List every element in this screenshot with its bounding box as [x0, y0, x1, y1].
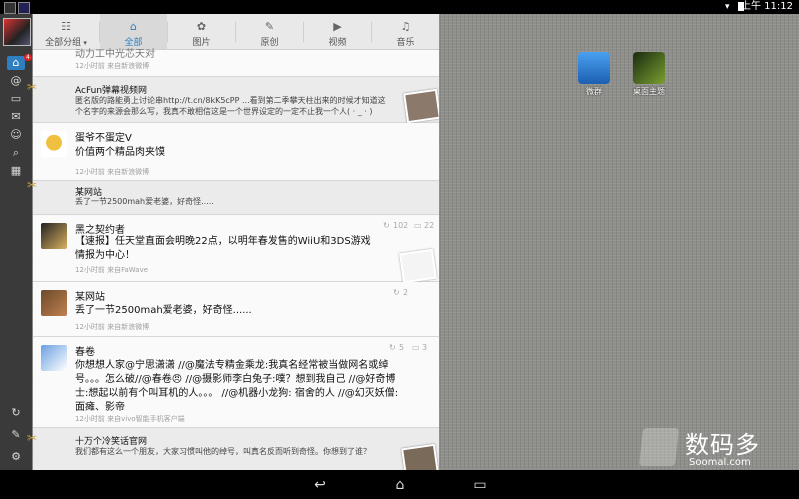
list-item[interactable]: 某网站 丢了一节2500mah爱老婆，好奇怪..... — [33, 181, 439, 215]
comment-count: 22 — [424, 221, 435, 230]
tab-all[interactable]: ⌂ 全部 — [100, 14, 167, 49]
avatar[interactable] — [41, 345, 67, 371]
tab-images[interactable]: ✿ 图片 — [168, 14, 235, 49]
repost-count: 2 — [403, 288, 409, 297]
unread-badge: 4 — [24, 54, 32, 61]
tab-all-groups[interactable]: ☷ 全部分组 ▾ — [33, 14, 99, 49]
repost-count: 5 — [399, 343, 405, 352]
apps-icon[interactable]: ▦ — [7, 164, 25, 178]
home-feed-icon[interactable]: ⌂ — [7, 56, 25, 70]
profile-icon[interactable]: ☺ — [7, 128, 25, 142]
avatar[interactable] — [41, 290, 67, 316]
search-icon[interactable]: ⌕ — [7, 146, 25, 160]
status-bar: ▾ 上午 11:12 — [0, 0, 799, 14]
theme-app-icon[interactable] — [633, 52, 665, 84]
comment-count-icon[interactable]: ▭ — [414, 221, 422, 230]
list-item[interactable]: 黑之契约者 【速报】任天堂直面会明晚22点，以明年春发售的WiiU和3DS游戏情… — [33, 215, 439, 284]
weiqun-app-icon[interactable] — [578, 52, 610, 84]
settings-icon[interactable]: ⚙ — [7, 450, 25, 464]
repost-icon[interactable]: ↻ — [389, 343, 396, 352]
image-notification-icon — [18, 2, 30, 14]
mention-icon[interactable]: @ — [7, 74, 25, 88]
mail-icon[interactable]: ✉ — [7, 110, 25, 124]
list-item[interactable]: 十万个冷笑话官网 我们都有这么一个朋友，大家习惯叫他的绰号，叫真名反而听到奇怪。… — [33, 428, 439, 470]
pencil-icon: ✎ — [264, 20, 275, 33]
list-item[interactable]: AcFun弹幕视频网 匿名版的路能勇上讨论串http://t.cn/8kK5cP… — [33, 77, 439, 124]
avatar[interactable] — [41, 223, 67, 249]
paperclip-icon: ✂ — [27, 80, 38, 94]
refresh-icon[interactable]: ↻ — [7, 406, 25, 420]
post-thumbnail[interactable] — [399, 248, 437, 284]
comment-count-icon[interactable]: ▭ — [412, 343, 420, 352]
theme-label[interactable]: 桌面主题 — [624, 86, 674, 97]
navigation-bar: ↩ ⌂ ▭ — [0, 470, 799, 499]
home-button[interactable]: ⌂ — [387, 477, 413, 493]
repost-icon[interactable]: ↻ — [383, 221, 390, 230]
weibo-panel: ☷ 全部分组 ▾ ⌂ 全部 ✿ 图片 ✎ 原创 ▶ 视频 ♫ 音乐 动力工中光芯 — [33, 14, 439, 470]
tab-video[interactable]: ▶ 视频 — [304, 14, 371, 49]
compose-icon[interactable]: ✎ — [7, 428, 25, 442]
music-icon: ♫ — [400, 20, 411, 33]
repost-icon[interactable]: ↻ — [393, 288, 400, 297]
wifi-icon: ▾ — [725, 2, 730, 12]
status-time: 上午 11:12 — [741, 1, 793, 12]
app-notification-icon — [4, 2, 16, 14]
paperclip-icon: ✂ — [27, 431, 38, 445]
list-item[interactable]: 某网站 丢了一节2500mah爱老婆，好奇怪...... 12小时前 来自新浪微… — [33, 282, 439, 337]
post-thumbnail[interactable] — [401, 443, 439, 470]
watermark-logo-icon — [639, 428, 679, 466]
tab-bar: ☷ 全部分组 ▾ ⌂ 全部 ✿ 图片 ✎ 原创 ▶ 视频 ♫ 音乐 — [33, 14, 439, 50]
tab-original[interactable]: ✎ 原创 — [236, 14, 303, 49]
comment-count: 3 — [422, 343, 428, 352]
comment-icon[interactable]: ▭ — [7, 92, 25, 106]
user-avatar[interactable] — [3, 18, 31, 46]
home-icon: ⌂ — [130, 20, 137, 33]
image-icon: ✿ — [196, 20, 207, 33]
paperclip-icon: ✂ — [27, 178, 38, 192]
list-item[interactable]: 春卷 你想想人家@宁思潇潇 //@魔法专精金乘龙:我真名经常被当做网名或绰号。。… — [33, 337, 439, 428]
group-icon: ☷ — [61, 20, 71, 33]
weiqun-label[interactable]: 微群 — [569, 86, 619, 97]
avatar[interactable] — [41, 131, 67, 157]
list-item[interactable]: 蛋爷不蛋定V 价值两个精品肉夹馍 12小时前 来自新浪微博 — [33, 123, 439, 181]
recent-apps-button[interactable]: ▭ — [467, 477, 493, 493]
video-icon: ▶ — [333, 20, 342, 33]
repost-count: 102 — [393, 221, 409, 230]
watermark: 数码多 Soomal.com — [639, 425, 791, 470]
post-thumbnail[interactable] — [403, 88, 439, 124]
back-button[interactable]: ↩ — [307, 477, 333, 493]
list-item[interactable]: 动力工中光芯天对 12小时前 来自新浪微博 — [33, 49, 439, 77]
tab-music[interactable]: ♫ 音乐 — [372, 14, 439, 49]
